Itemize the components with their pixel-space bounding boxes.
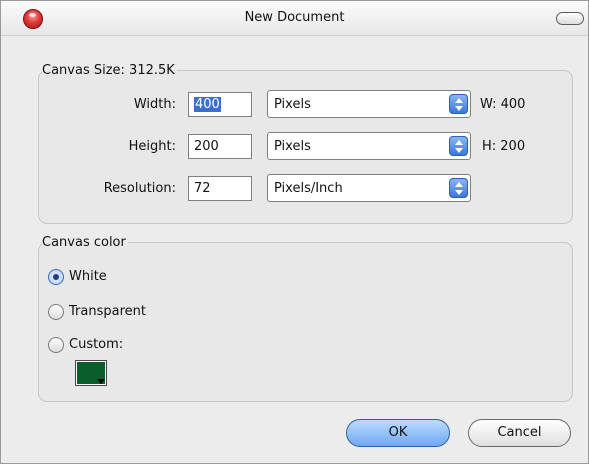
title-bar: New Document	[1, 1, 588, 36]
white-radio[interactable]	[48, 269, 64, 285]
canvas-size-legend: Canvas Size: 312.5K	[42, 63, 175, 78]
radio-selected-dot	[53, 274, 59, 280]
width-unit-select[interactable]: Pixels	[267, 90, 471, 118]
resolution-unit-value: Pixels/Inch	[274, 181, 343, 196]
window-title: New Document	[244, 10, 345, 25]
ok-button[interactable]: OK	[346, 419, 450, 447]
new-document-dialog: New Document Canvas Size: 312.5K Width: …	[0, 0, 589, 464]
height-unit-arrows-icon	[449, 136, 468, 156]
width-unit-arrows-icon	[449, 94, 468, 114]
width-field[interactable]: 400	[188, 92, 252, 117]
custom-radio[interactable]	[48, 337, 64, 353]
width-readout: W: 400	[480, 97, 526, 112]
height-readout: H: 200	[482, 139, 526, 154]
white-radio-label[interactable]: White	[69, 269, 107, 284]
resolution-unit-arrows-icon	[449, 178, 468, 198]
height-unit-value: Pixels	[274, 139, 311, 154]
height-label: Height:	[128, 139, 176, 154]
canvas-color-legend: Canvas color	[42, 235, 126, 250]
resolution-field[interactable]: 72	[188, 176, 252, 201]
height-field[interactable]: 200	[188, 134, 252, 159]
cancel-button[interactable]: Cancel	[468, 419, 571, 447]
custom-radio-label[interactable]: Custom:	[69, 337, 123, 352]
width-label: Width:	[133, 97, 176, 112]
resolution-label: Resolution:	[103, 181, 176, 196]
dropdown-triangle-icon	[97, 379, 105, 384]
height-unit-select[interactable]: Pixels	[267, 132, 471, 160]
width-unit-value: Pixels	[274, 97, 311, 112]
transparent-radio[interactable]	[48, 304, 64, 320]
custom-color-swatch[interactable]	[75, 360, 107, 386]
toolbar-toggle-button[interactable]	[556, 12, 584, 25]
transparent-radio-label[interactable]: Transparent	[69, 304, 146, 319]
resolution-unit-select[interactable]: Pixels/Inch	[267, 174, 471, 202]
width-value: 400	[194, 97, 221, 112]
